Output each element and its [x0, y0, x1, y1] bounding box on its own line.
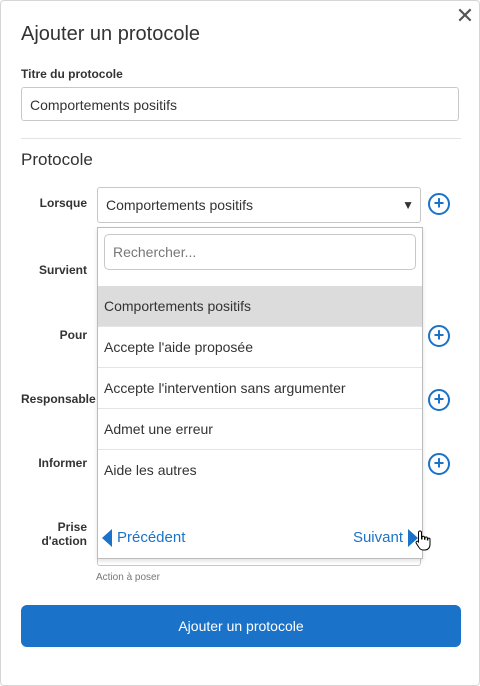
- label-survient: Survient: [38, 263, 87, 277]
- dropdown-option[interactable]: Admet une erreur: [98, 409, 422, 450]
- protocol-title-label: Titre du protocole: [21, 67, 123, 81]
- chevron-left-icon: [102, 529, 112, 548]
- add-protocol-button[interactable]: Ajouter un protocole: [21, 605, 461, 647]
- lorsque-select-value: Comportements positifs: [106, 197, 254, 213]
- plus-circle-icon[interactable]: +: [428, 193, 450, 215]
- label-lorsque: Lorsque: [39, 196, 87, 210]
- label-pour: Pour: [59, 328, 87, 342]
- dropdown-panel: Rechercher... Comportements positifs Acc…: [97, 227, 431, 559]
- dropdown-option[interactable]: Accepte l'intervention sans argumenter: [98, 368, 422, 409]
- previous-label: Précédent: [117, 529, 186, 546]
- previous-page-button[interactable]: Précédent: [102, 526, 185, 550]
- label-prise-action: Prise d'action: [41, 520, 87, 548]
- dropdown-arrow-icon: ▼: [402, 198, 414, 212]
- helper-text: Action à poser: [96, 572, 160, 583]
- search-input[interactable]: Rechercher...: [104, 234, 416, 270]
- lorsque-select[interactable]: Comportements positifs ▼: [97, 187, 421, 223]
- dropdown-option[interactable]: Comportements positifs: [98, 286, 422, 327]
- next-label: Suivant: [352, 529, 403, 546]
- divider: [21, 138, 461, 139]
- plus-circle-icon[interactable]: +: [428, 453, 450, 475]
- plus-circle-icon[interactable]: +: [428, 389, 450, 411]
- protocol-title-input[interactable]: Comportements positifs: [21, 87, 459, 121]
- hand-pointer-icon: [415, 530, 431, 551]
- dropdown-option[interactable]: Accepte l'aide proposée: [98, 327, 422, 368]
- next-page-button[interactable]: Suivant: [353, 526, 418, 550]
- close-icon[interactable]: ✕: [455, 6, 475, 28]
- pagination: Précédent Suivant: [102, 526, 418, 550]
- dialog-title: Ajouter un protocole: [21, 23, 201, 45]
- plus-circle-icon[interactable]: +: [428, 325, 450, 347]
- add-protocol-dialog: ✕ Ajouter un protocole Titre du protocol…: [0, 0, 480, 686]
- label-responsable: Responsable: [21, 392, 96, 406]
- section-title: Protocole: [21, 150, 93, 169]
- options-list: Comportements positifs Accepte l'aide pr…: [98, 286, 422, 490]
- label-informer: Informer: [38, 456, 87, 470]
- dropdown-option[interactable]: Aide les autres: [98, 450, 422, 490]
